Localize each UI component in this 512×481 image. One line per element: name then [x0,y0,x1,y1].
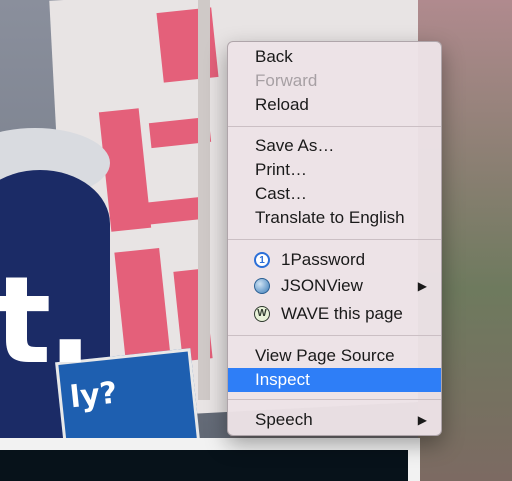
jsonview-icon [254,278,270,294]
menu-item-label: WAVE this page [281,304,403,323]
menu-item-inspect[interactable]: Inspect [228,368,441,392]
menu-item-cast[interactable]: Cast… [228,182,441,206]
menu-item-speech[interactable]: Speech ▶ [228,408,441,432]
menu-separator [228,126,441,127]
menu-item-label: JSONView [281,276,363,295]
page-headline-fragment: t. [0,252,93,391]
menu-item-1password[interactable]: 1 1Password [228,248,441,272]
menu-separator [228,335,441,336]
menu-item-label: Reload [255,95,309,114]
menu-item-reload[interactable]: Reload [228,93,441,117]
submenu-arrow-icon: ▶ [417,413,427,427]
menu-item-view-page-source[interactable]: View Page Source [228,344,441,368]
menu-item-label: Inspect [255,370,310,389]
menu-item-print[interactable]: Print… [228,158,441,182]
menu-separator [228,239,441,240]
content-banner [0,450,408,481]
menu-item-label: Save As… [255,136,335,155]
menu-item-label: Print… [255,160,307,179]
menu-item-wave[interactable]: W WAVE this page [228,302,441,326]
menu-item-label: Forward [255,71,318,90]
sign-pole [198,0,210,400]
menu-item-label: Back [255,47,293,66]
menu-item-translate[interactable]: Translate to English [228,206,441,230]
menu-separator [228,399,441,400]
menu-item-label: 1Password [281,250,366,269]
menu-item-label: Speech [255,410,313,429]
context-menu: Back Forward Reload Save As… Print… Cast… [227,41,442,436]
wave-icon: W [254,306,270,322]
menu-item-jsonview[interactable]: JSONView ▶ [228,274,441,298]
menu-item-save-as[interactable]: Save As… [228,134,441,158]
menu-item-forward: Forward [228,69,441,93]
menu-item-label: Translate to English [255,208,405,227]
menu-item-label: View Page Source [255,346,395,365]
submenu-arrow-icon: ▶ [417,279,427,293]
1password-icon: 1 [254,252,270,268]
menu-item-label: Cast… [255,184,307,203]
menu-item-back[interactable]: Back [228,45,441,69]
